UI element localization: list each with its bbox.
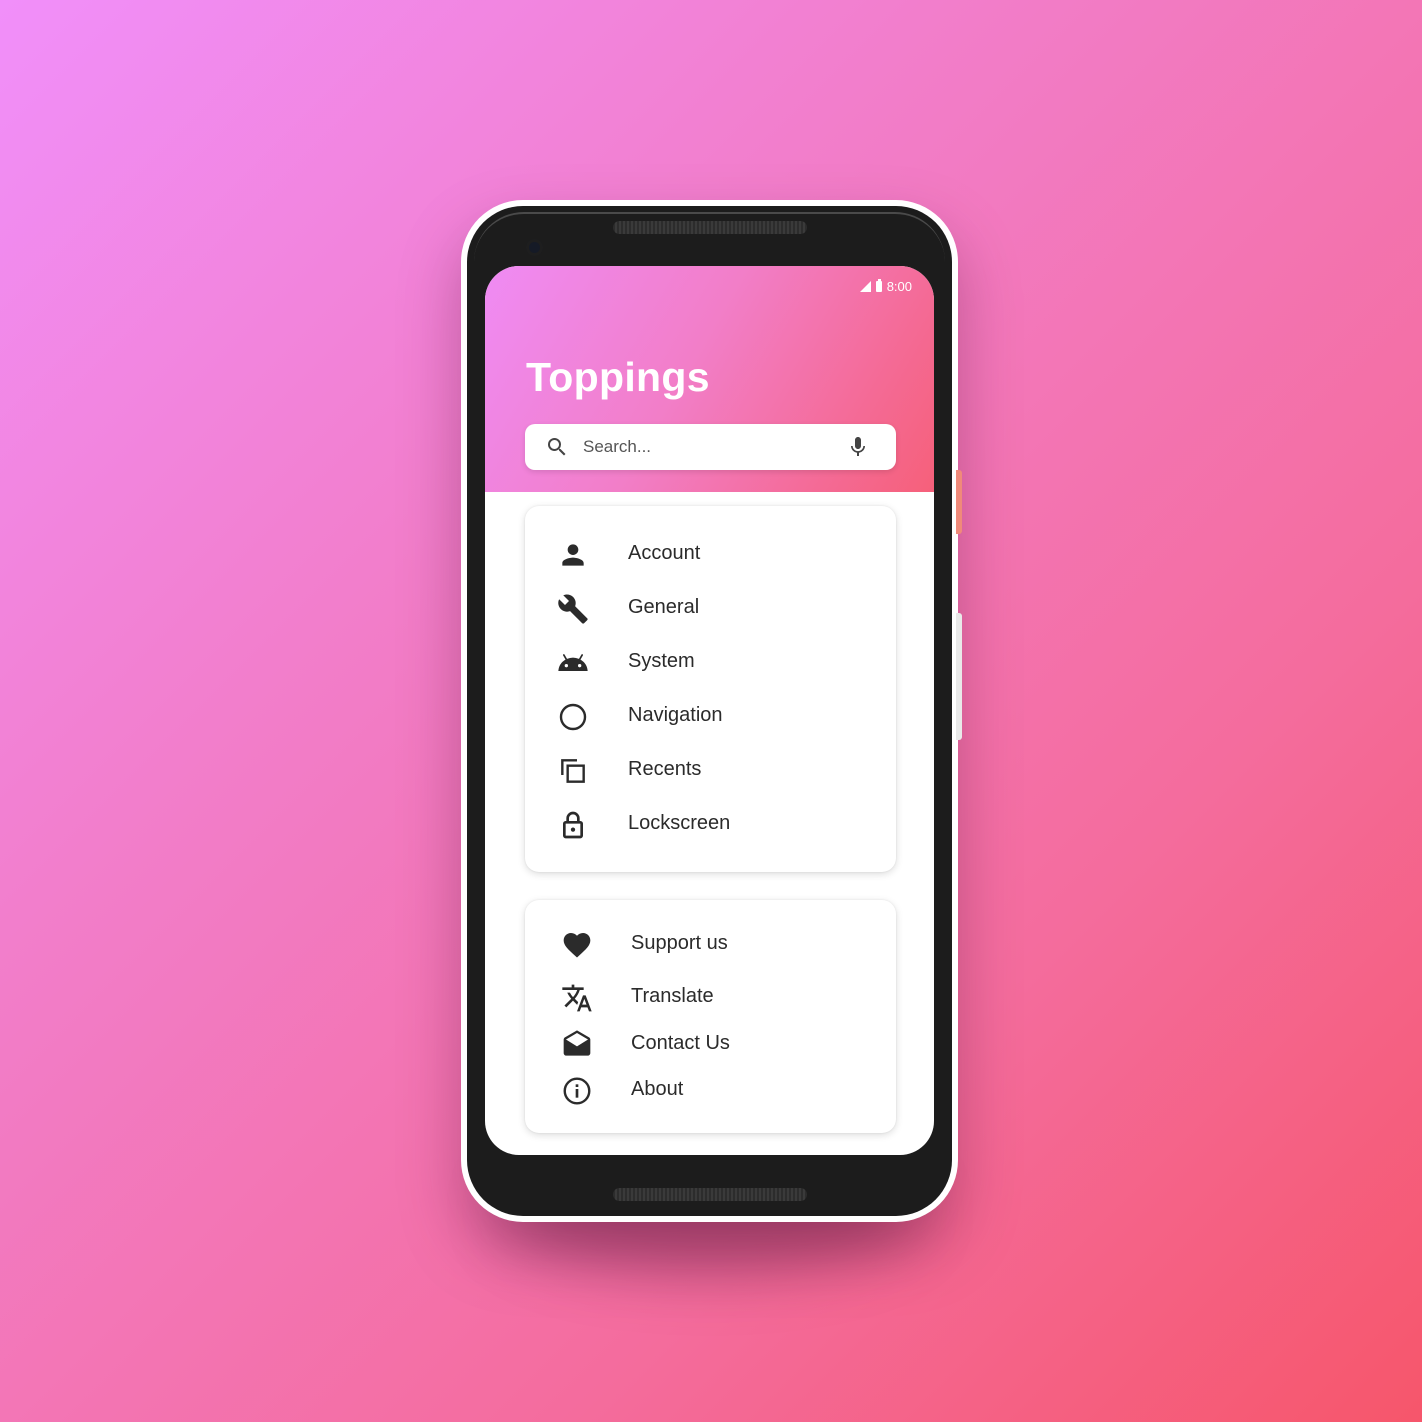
menu-label-system: System xyxy=(628,650,695,672)
menu-item-system[interactable]: System xyxy=(525,638,896,684)
menu-label-lockscreen: Lockscreen xyxy=(628,812,731,834)
menu-label-about: About xyxy=(631,1078,684,1100)
translate-icon xyxy=(561,982,593,1014)
menu-item-account[interactable]: Account xyxy=(525,530,896,576)
menu-item-support-us[interactable]: Support us xyxy=(525,920,896,966)
power-button[interactable] xyxy=(956,470,962,534)
menu-label-navigation: Navigation xyxy=(628,704,723,726)
menu-label-support-us: Support us xyxy=(631,932,728,954)
bottom-speaker-grille xyxy=(613,1188,807,1201)
lock-open-icon xyxy=(557,809,589,841)
page-title: Toppings xyxy=(526,354,710,400)
phone-screen: 8:00 Toppings Account General xyxy=(485,266,934,1155)
heart-icon xyxy=(561,929,593,961)
circle-icon xyxy=(557,701,589,733)
menu-label-contact-us: Contact Us xyxy=(631,1032,730,1054)
copy-icon xyxy=(557,755,589,787)
menu-label-recents: Recents xyxy=(628,758,702,780)
open-envelope-icon xyxy=(561,1029,593,1061)
volume-button[interactable] xyxy=(956,613,962,740)
menu-item-general[interactable]: General xyxy=(525,584,896,630)
menu-label-translate: Translate xyxy=(631,985,714,1007)
support-card: Support us Translate Contact Us About xyxy=(525,900,896,1133)
wrench-icon xyxy=(557,593,589,625)
search-input[interactable] xyxy=(583,432,833,462)
menu-item-recents[interactable]: Recents xyxy=(525,746,896,792)
menu-label-account: Account xyxy=(628,542,701,564)
top-speaker-grille xyxy=(613,221,807,234)
android-icon xyxy=(557,647,589,679)
menu-item-translate[interactable]: Translate xyxy=(525,973,896,1019)
search-bar[interactable] xyxy=(525,424,896,470)
status-time: 8:00 xyxy=(886,279,912,294)
menu-item-lockscreen[interactable]: Lockscreen xyxy=(525,800,896,846)
microphone-icon[interactable] xyxy=(846,435,870,459)
front-camera xyxy=(526,239,543,256)
menu-item-about[interactable]: About xyxy=(525,1066,896,1112)
search-icon[interactable] xyxy=(545,435,569,459)
settings-card: Account General System Navigation Recent… xyxy=(525,506,896,872)
menu-label-general: General xyxy=(628,596,700,618)
menu-item-contact-us[interactable]: Contact Us xyxy=(525,1020,896,1066)
cell-signal-icon xyxy=(859,281,871,292)
person-icon xyxy=(557,539,589,571)
status-bar: 8:00 xyxy=(859,279,912,294)
battery-icon xyxy=(875,279,882,292)
info-icon xyxy=(561,1075,593,1107)
menu-item-navigation[interactable]: Navigation xyxy=(525,692,896,738)
app-header: 8:00 Toppings xyxy=(485,266,934,492)
